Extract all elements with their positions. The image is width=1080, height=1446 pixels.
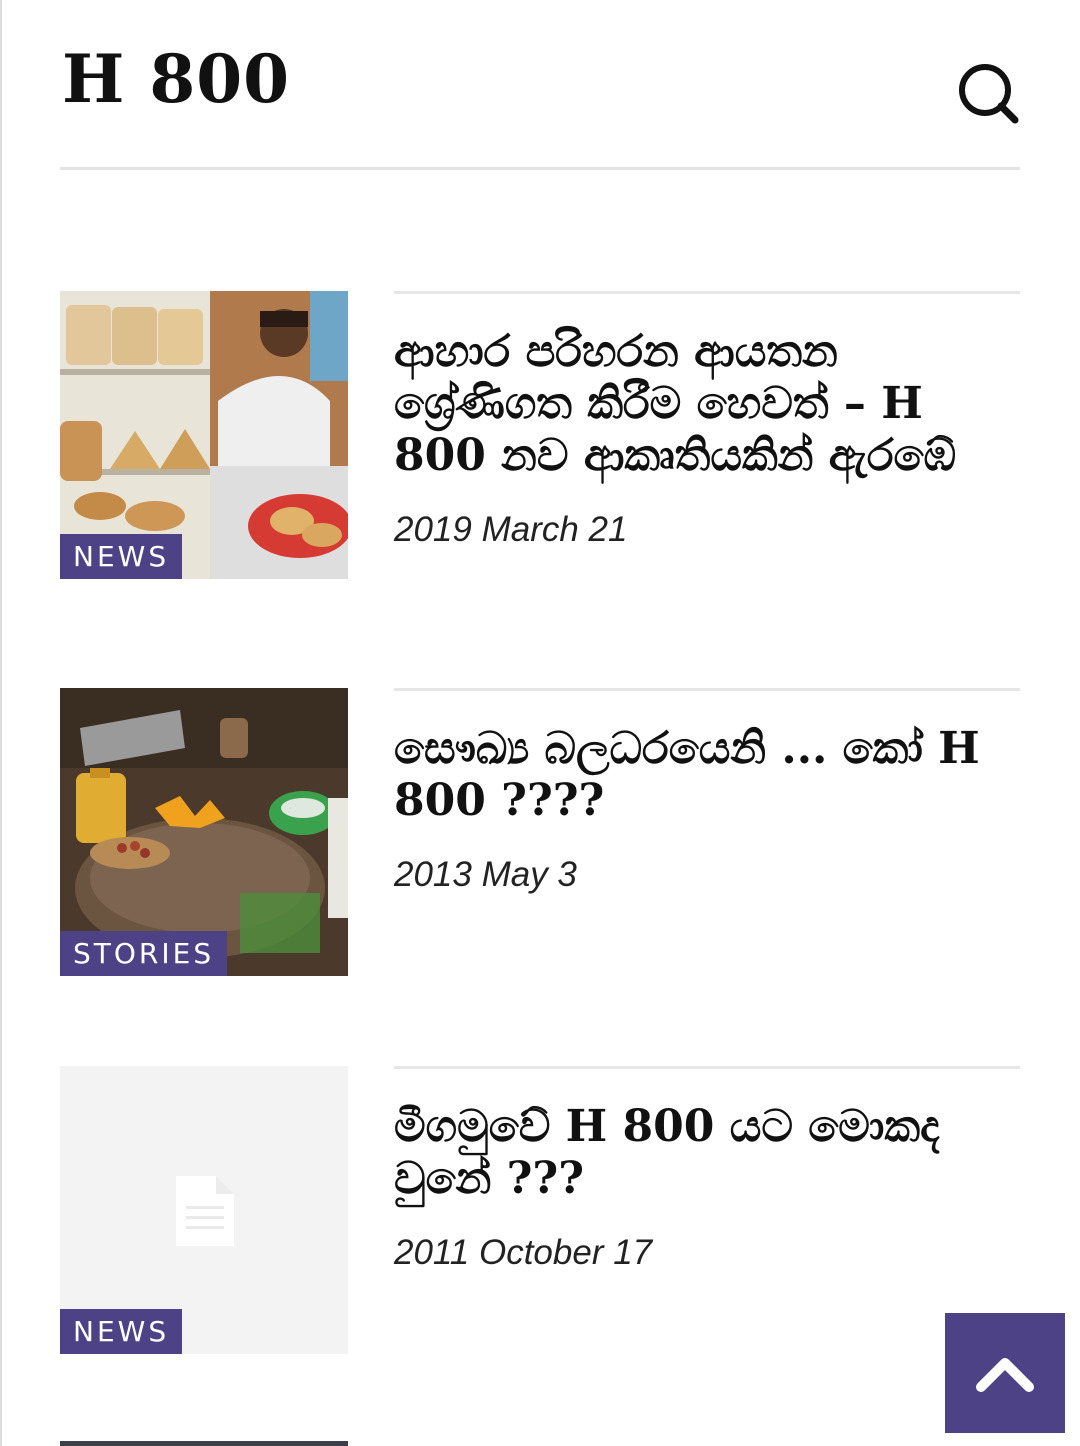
article-meta: ආහාර පරිහරන ආයතන ශ්‍රේණිගත කිරීම හෙවත් –… xyxy=(394,291,1020,550)
chevron-up-icon xyxy=(976,1358,1034,1392)
next-article-thumbnail[interactable] xyxy=(60,1441,348,1446)
article-divider xyxy=(394,1066,1020,1069)
article-meta: මීගමුවේ H 800 යට මොකද වුනේ ??? 2011 Octo… xyxy=(394,1066,1020,1273)
article-thumbnail[interactable]: NEWS xyxy=(60,1066,348,1354)
article-title[interactable]: ආහාර පරිහරන ආයතන ශ්‍රේණිගත කිරීම හෙවත් –… xyxy=(394,326,1020,482)
article-divider xyxy=(394,688,1020,691)
article-title[interactable]: සෞඛ්‍ය බලධරයෙනි ... කෝ H 800 ???? xyxy=(394,723,1020,827)
site-header: H 800 xyxy=(60,40,1020,140)
article-meta: සෞඛ්‍ය බලධරයෙනි ... කෝ H 800 ???? 2013 M… xyxy=(394,688,1020,895)
article-item: NEWS ආහාර පරිහරන ආයතන ශ්‍රේණිගත කිරීම හෙ… xyxy=(60,291,1020,611)
article-date: 2011 October 17 xyxy=(394,1233,653,1272)
article-item: NEWS මීගමුවේ H 800 යට මොකද වුනේ ??? 2011… xyxy=(60,1066,1020,1366)
article-title[interactable]: මීගමුවේ H 800 යට මොකද වුනේ ??? xyxy=(394,1101,1020,1205)
article-date: 2013 May 3 xyxy=(394,855,577,894)
category-badge[interactable]: NEWS xyxy=(60,534,183,579)
scroll-to-top-button[interactable] xyxy=(945,1313,1065,1433)
search-icon[interactable] xyxy=(955,60,1023,128)
article-item: STORIES සෞඛ්‍ය බලධරයෙනි ... කෝ H 800 ???… xyxy=(60,688,1020,988)
page-edge xyxy=(0,0,2,1446)
article-thumbnail[interactable]: STORIES xyxy=(60,688,348,976)
category-badge[interactable]: STORIES xyxy=(60,931,228,976)
article-thumbnail[interactable]: NEWS xyxy=(60,291,348,579)
article-date: 2019 March 21 xyxy=(394,510,628,549)
site-title[interactable]: H 800 xyxy=(62,46,290,112)
header-divider xyxy=(60,167,1020,170)
category-badge[interactable]: NEWS xyxy=(60,1309,183,1354)
article-divider xyxy=(394,291,1020,294)
